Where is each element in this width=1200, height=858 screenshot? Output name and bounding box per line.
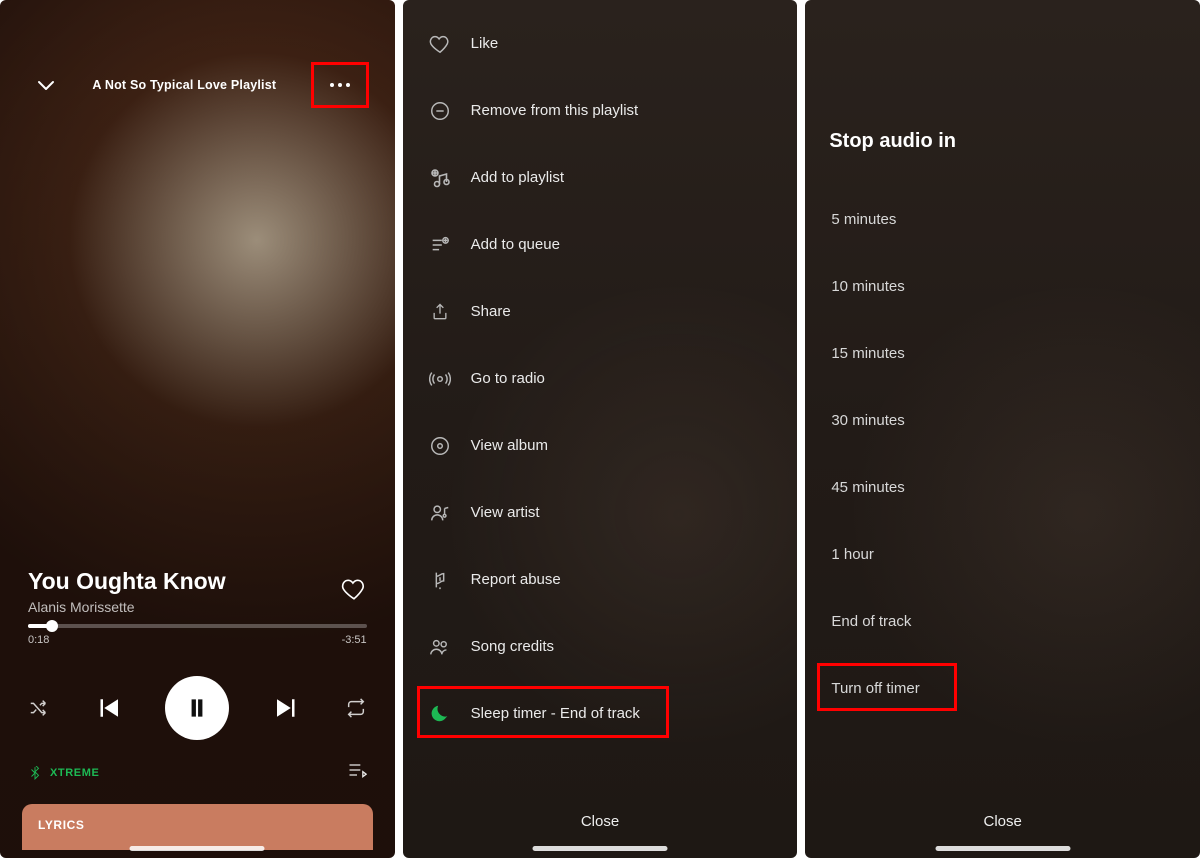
option-view-album[interactable]: View album xyxy=(403,412,798,479)
options-list: Like Remove from this playlist Add to pl… xyxy=(403,10,798,747)
option-label: Report abuse xyxy=(471,571,561,588)
option-label: Song credits xyxy=(471,638,554,655)
timer-option-off[interactable]: Turn off timer xyxy=(831,655,1174,722)
moon-icon xyxy=(427,703,453,725)
time-elapsed: 0:18 xyxy=(28,634,49,646)
option-radio[interactable]: Go to radio xyxy=(403,345,798,412)
home-indicator xyxy=(935,846,1070,851)
home-indicator xyxy=(130,846,265,851)
track-title: You Oughta Know xyxy=(28,568,367,595)
timer-option-10m[interactable]: 10 minutes xyxy=(831,253,1174,320)
timer-options: 5 minutes 10 minutes 15 minutes 30 minut… xyxy=(831,186,1174,722)
like-button[interactable] xyxy=(341,576,367,607)
option-label: View album xyxy=(471,437,548,454)
option-share[interactable]: Share xyxy=(403,278,798,345)
now-playing-screen: A Not So Typical Love Playlist You Ought… xyxy=(0,0,395,858)
connected-device[interactable]: XTREME xyxy=(28,766,99,780)
option-label: Add to queue xyxy=(471,236,560,253)
people-icon xyxy=(427,636,453,658)
option-credits[interactable]: Song credits xyxy=(403,613,798,680)
share-icon xyxy=(427,301,453,323)
timer-option-eot[interactable]: End of track xyxy=(831,588,1174,655)
option-add-queue[interactable]: Add to queue xyxy=(403,211,798,278)
shuffle-button[interactable] xyxy=(28,697,50,719)
time-remaining: -3:51 xyxy=(342,634,367,646)
lyrics-card[interactable]: LYRICS xyxy=(22,804,373,850)
more-options-button[interactable] xyxy=(311,62,369,108)
option-add-playlist[interactable]: Add to playlist xyxy=(403,144,798,211)
more-icon xyxy=(330,83,350,87)
track-options-sheet: Like Remove from this playlist Add to pl… xyxy=(403,0,798,858)
option-report[interactable]: Report abuse xyxy=(403,546,798,613)
timer-option-1h[interactable]: 1 hour xyxy=(831,521,1174,588)
bluetooth-icon xyxy=(28,766,42,780)
option-sleep-timer[interactable]: Sleep timer - End of track xyxy=(403,680,798,747)
sleep-timer-sheet: Stop audio in 5 minutes 10 minutes 15 mi… xyxy=(805,0,1200,858)
progress-bar[interactable]: 0:18 -3:51 xyxy=(28,624,367,646)
artist-icon xyxy=(427,502,453,524)
home-indicator xyxy=(533,846,668,851)
close-button[interactable]: Close xyxy=(805,813,1200,830)
queue-button[interactable] xyxy=(347,760,367,785)
option-label: Sleep timer - End of track xyxy=(471,705,640,722)
add-playlist-icon xyxy=(427,166,453,190)
sheet-title: Stop audio in xyxy=(829,130,956,153)
option-remove[interactable]: Remove from this playlist xyxy=(403,77,798,144)
timer-option-45m[interactable]: 45 minutes xyxy=(831,454,1174,521)
timer-option-30m[interactable]: 30 minutes xyxy=(831,387,1174,454)
playlist-name: A Not So Typical Love Playlist xyxy=(92,78,276,92)
lyrics-label: LYRICS xyxy=(38,818,85,832)
option-label: Add to playlist xyxy=(471,169,564,186)
option-label: Share xyxy=(471,303,511,320)
track-artist: Alanis Morissette xyxy=(28,599,367,615)
timer-option-5m[interactable]: 5 minutes xyxy=(831,186,1174,253)
previous-button[interactable] xyxy=(93,693,123,723)
next-button[interactable] xyxy=(272,693,302,723)
pause-button[interactable] xyxy=(165,676,229,740)
queue-add-icon xyxy=(427,234,453,256)
radio-icon xyxy=(427,368,453,390)
repeat-button[interactable] xyxy=(345,697,367,719)
option-view-artist[interactable]: View artist xyxy=(403,479,798,546)
heart-icon xyxy=(427,33,453,55)
timer-option-15m[interactable]: 15 minutes xyxy=(831,320,1174,387)
option-like[interactable]: Like xyxy=(403,10,798,77)
option-label: View artist xyxy=(471,504,540,521)
close-button[interactable]: Close xyxy=(403,813,798,830)
collapse-button[interactable] xyxy=(34,73,58,97)
option-label: Go to radio xyxy=(471,370,545,387)
option-label: Remove from this playlist xyxy=(471,102,639,119)
device-name: XTREME xyxy=(50,767,99,779)
option-label: Like xyxy=(471,35,499,52)
report-icon xyxy=(427,569,453,591)
album-icon xyxy=(427,435,453,457)
remove-icon xyxy=(427,100,453,122)
